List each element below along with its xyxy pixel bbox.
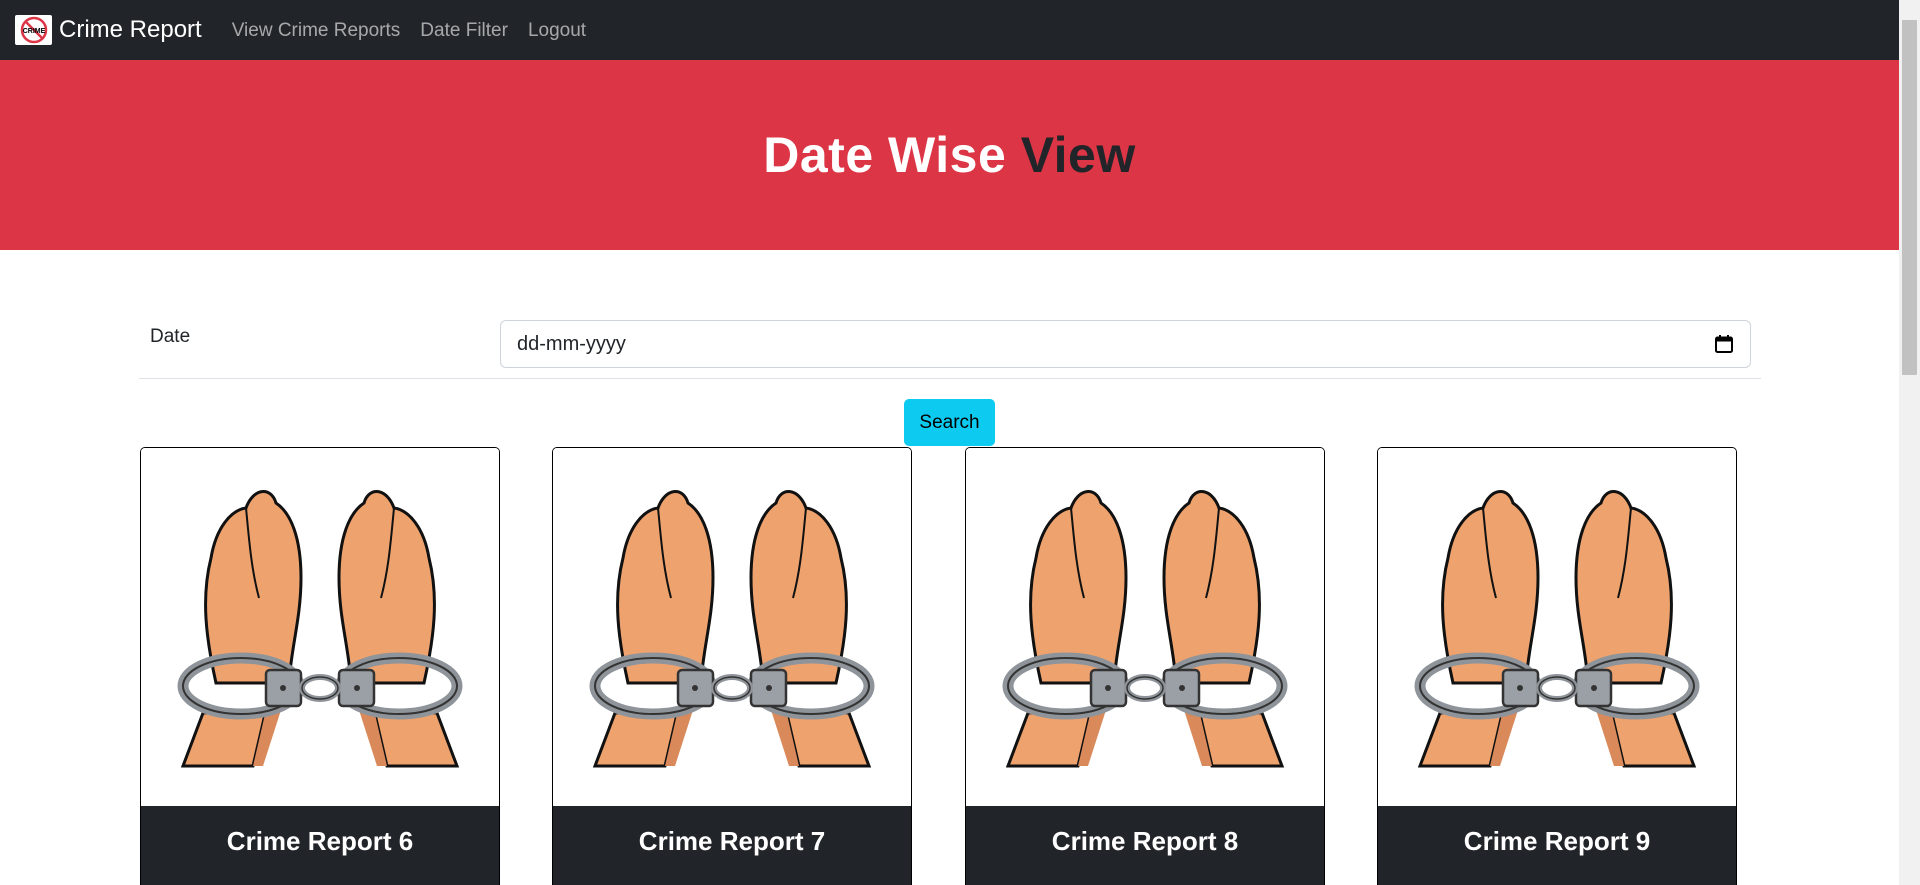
handcuffed-hands-icon xyxy=(966,448,1324,806)
svg-text:CRIME: CRIME xyxy=(22,28,45,35)
card-title: Crime Report 6 xyxy=(226,826,414,856)
card-footer: Crime Report 9 xyxy=(1378,806,1736,885)
date-placeholder: dd-mm-yyyy xyxy=(517,332,626,355)
crime-report-card[interactable]: Crime Report 8 xyxy=(965,447,1325,885)
nav-link-date-filter[interactable]: Date Filter xyxy=(420,21,508,40)
card-footer: Crime Report 7 xyxy=(553,806,911,885)
brand-name: Crime Report xyxy=(59,16,202,43)
card-footer: Crime Report 6 xyxy=(141,806,499,885)
calendar-icon[interactable] xyxy=(1714,334,1734,354)
nav-link-view-crime-reports[interactable]: View Crime Reports xyxy=(232,21,401,40)
page-title-dark: View xyxy=(1020,127,1136,183)
scrollbar-thumb[interactable] xyxy=(1902,20,1917,375)
handcuffed-hands-icon xyxy=(553,448,911,806)
crime-report-card[interactable]: Crime Report 9 xyxy=(1377,447,1737,885)
crime-logo-icon: CRIME xyxy=(15,15,52,45)
date-label: Date xyxy=(150,326,191,347)
page-title-light: Date Wise xyxy=(763,127,1021,183)
scrollbar[interactable] xyxy=(1899,0,1920,885)
brand-link[interactable]: CRIME Crime Report xyxy=(15,15,202,45)
crime-report-card[interactable]: Crime Report 6 xyxy=(140,447,500,885)
card-title: Crime Report 7 xyxy=(638,826,826,856)
crime-report-card[interactable]: Crime Report 7 xyxy=(552,447,912,885)
handcuffed-hands-icon xyxy=(1378,448,1736,806)
date-input[interactable]: dd-mm-yyyy xyxy=(500,320,1751,368)
date-form-row: Date dd-mm-yyyy xyxy=(139,314,1761,379)
page-title: Date Wise View xyxy=(763,126,1135,184)
nav-links: View Crime Reports Date Filter Logout xyxy=(232,21,606,40)
card-title: Crime Report 8 xyxy=(1051,826,1239,856)
hero-banner: Date Wise View xyxy=(0,60,1899,250)
crime-report-cards: Crime Report 6 Crime Report 7 Crime Repo… xyxy=(140,447,1740,885)
search-button[interactable]: Search xyxy=(904,399,995,446)
nav-link-logout[interactable]: Logout xyxy=(528,21,586,40)
card-footer: Crime Report 8 xyxy=(966,806,1324,885)
handcuffed-hands-icon xyxy=(141,448,499,806)
navbar: CRIME Crime Report View Crime Reports Da… xyxy=(0,0,1899,60)
card-title: Crime Report 9 xyxy=(1463,826,1651,856)
